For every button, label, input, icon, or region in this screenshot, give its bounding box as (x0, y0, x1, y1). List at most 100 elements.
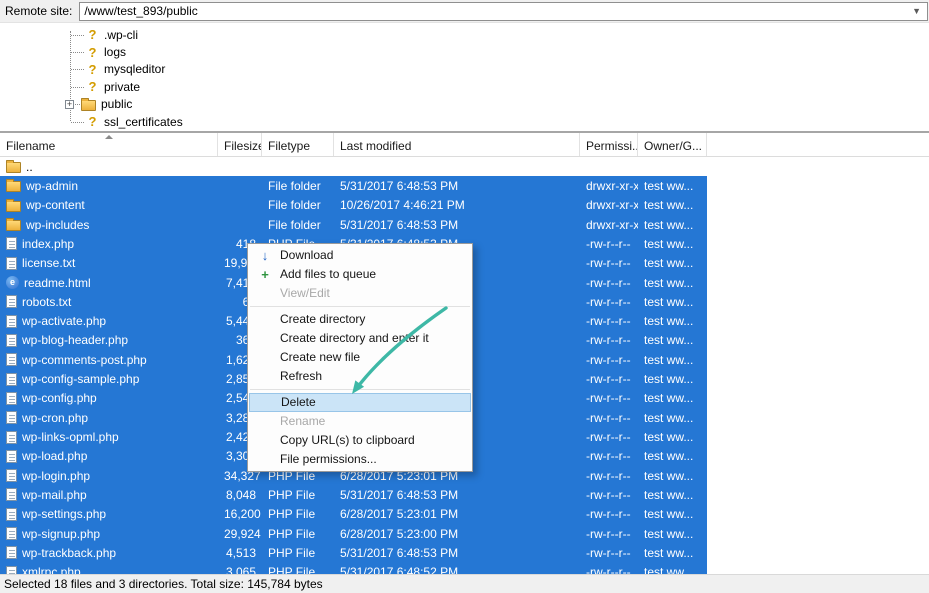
column-header-owner-g[interactable]: Owner/G... (638, 133, 707, 156)
owner-cell: test ww... (638, 353, 707, 367)
permissions-cell: -rw-r--r-- (580, 276, 638, 290)
tree-item-label: private (104, 80, 140, 94)
remote-site-label: Remote site: (3, 4, 74, 18)
php-file-icon (6, 392, 17, 405)
menu-item-label: Create new file (280, 350, 360, 364)
menu-item-create-directory-and-enter-it[interactable]: Create directory and enter it (248, 329, 472, 348)
php-file-icon (6, 353, 17, 366)
folder-icon (6, 220, 21, 231)
remote-directory-tree: ?.wp-cli?logs?mysqleditor?private+public… (0, 23, 929, 133)
php-file-icon (6, 488, 17, 501)
menu-item-create-directory[interactable]: Create directory (248, 310, 472, 329)
folder-icon (6, 181, 21, 192)
filetype-cell: PHP File (262, 488, 334, 502)
menu-item-create-new-file[interactable]: Create new file (248, 348, 472, 367)
filetype-cell: File folder (262, 198, 334, 212)
filename: index.php (22, 237, 74, 251)
filezilla-remote-panel: Remote site: /www/test_893/public ▼ ?.wp… (0, 0, 929, 593)
owner-cell: test ww... (638, 488, 707, 502)
last-modified-cell: 5/31/2017 6:48:53 PM (334, 179, 580, 193)
filetype-cell: PHP File (262, 527, 334, 541)
column-header-last-modified[interactable]: Last modified (334, 133, 580, 156)
filename-cell: wp-blog-header.php (0, 333, 218, 347)
menu-item-add-files-to-queue[interactable]: +Add files to queue (248, 265, 472, 284)
file-row-[interactable]: .. (0, 157, 707, 176)
permissions-cell: -rw-r--r-- (580, 353, 638, 367)
column-header-filetype[interactable]: Filetype (262, 133, 334, 156)
filename-cell: xmlrpc.php (0, 565, 218, 574)
menu-separator (250, 306, 470, 307)
status-bar: Selected 18 files and 3 directories. Tot… (0, 574, 929, 593)
filename: wp-signup.php (22, 527, 100, 541)
file-row-wp-includes[interactable]: wp-includesFile folder5/31/2017 6:48:53 … (0, 215, 707, 234)
file-row-wp-trackback-php[interactable]: wp-trackback.php4,513PHP File5/31/2017 6… (0, 543, 707, 562)
filename: wp-settings.php (22, 507, 106, 521)
tree-item-label: logs (104, 45, 126, 59)
filename: readme.html (24, 276, 91, 290)
permissions-cell: -rw-r--r-- (580, 295, 638, 309)
column-header-filesize[interactable]: Filesize (218, 133, 262, 156)
owner-cell: test ww... (638, 391, 707, 405)
filetype-cell: PHP File (262, 507, 334, 521)
owner-cell: test ww... (638, 546, 707, 560)
expand-toggle-icon[interactable]: + (65, 100, 74, 109)
permissions-cell: -rw-r--r-- (580, 488, 638, 502)
filename: wp-admin (26, 179, 78, 193)
filename: wp-comments-post.php (22, 353, 147, 367)
permissions-cell: -rw-r--r-- (580, 565, 638, 574)
owner-cell: test ww... (638, 449, 707, 463)
column-header-permissi[interactable]: Permissi... (580, 133, 638, 156)
file-row-wp-signup-php[interactable]: wp-signup.php29,924PHP File6/28/2017 5:2… (0, 524, 707, 543)
menu-item-delete[interactable]: Delete (249, 393, 471, 412)
permissions-cell: drwxr-xr-x (580, 218, 638, 232)
filename-cell: .. (0, 160, 218, 174)
permissions-cell: -rw-r--r-- (580, 507, 638, 521)
column-header-filename[interactable]: Filename (0, 133, 218, 156)
permissions-cell: -rw-r--r-- (580, 469, 638, 483)
file-row-wp-content[interactable]: wp-contentFile folder10/26/2017 4:46:21 … (0, 196, 707, 215)
remote-site-path-combobox[interactable]: /www/test_893/public ▼ (79, 2, 928, 21)
tree-item-private[interactable]: ?private (0, 78, 929, 95)
php-file-icon (6, 469, 17, 482)
menu-item-download[interactable]: ↓Download (248, 246, 472, 265)
tree-item-ssl-certificates[interactable]: ?ssl_certificates (0, 113, 929, 130)
filename-cell: wp-comments-post.php (0, 353, 218, 367)
filename-cell: wp-config.php (0, 391, 218, 405)
filename: xmlrpc.php (22, 565, 81, 574)
tree-item-wp-cli[interactable]: ?.wp-cli (0, 26, 929, 43)
chevron-down-icon[interactable]: ▼ (912, 3, 923, 20)
menu-item-copy-url-s-to-clipboard[interactable]: Copy URL(s) to clipboard (248, 431, 472, 450)
permissions-cell: -rw-r--r-- (580, 546, 638, 560)
permissions-cell: drwxr-xr-x (580, 198, 638, 212)
tree-item-public[interactable]: +public (0, 96, 929, 113)
php-file-icon (6, 450, 17, 463)
filename: wp-content (26, 198, 85, 212)
menu-item-label: Rename (280, 414, 325, 428)
filename-cell: wp-cron.php (0, 411, 218, 425)
menu-item-refresh[interactable]: Refresh (248, 367, 472, 386)
column-header-label: Filename (6, 139, 55, 153)
download-icon: ↓ (256, 246, 274, 265)
file-row-xmlrpc-php[interactable]: xmlrpc.php3,065PHP File5/31/2017 6:48:52… (0, 563, 707, 574)
owner-cell: test ww... (638, 295, 707, 309)
filename: wp-trackback.php (22, 546, 116, 560)
file-row-wp-admin[interactable]: wp-adminFile folder5/31/2017 6:48:53 PMd… (0, 176, 707, 195)
tree-item-logs[interactable]: ?logs (0, 43, 929, 60)
menu-item-label: Add files to queue (280, 267, 376, 281)
menu-item-file-permissions[interactable]: File permissions... (248, 450, 472, 469)
filename-cell: wp-admin (0, 179, 218, 193)
tree-item-label: mysqleditor (104, 62, 165, 76)
tree-item-mysqleditor[interactable]: ?mysqleditor (0, 61, 929, 78)
folder-icon (6, 201, 21, 212)
column-header-label: Filesize (224, 139, 262, 153)
owner-cell: test ww... (638, 256, 707, 270)
file-list-header: Filename FilesizeFiletypeLast modifiedPer… (0, 133, 929, 157)
owner-cell: test ww... (638, 372, 707, 386)
file-row-wp-mail-php[interactable]: wp-mail.php8,048PHP File5/31/2017 6:48:5… (0, 485, 707, 504)
permissions-cell: -rw-r--r-- (580, 372, 638, 386)
column-header-label: Owner/G... (644, 139, 702, 153)
filesize-cell: 8,048 (218, 488, 262, 502)
filename-cell: wp-settings.php (0, 507, 218, 521)
tree-item-label: ssl_certificates (104, 115, 183, 129)
file-row-wp-settings-php[interactable]: wp-settings.php16,200PHP File6/28/2017 5… (0, 505, 707, 524)
